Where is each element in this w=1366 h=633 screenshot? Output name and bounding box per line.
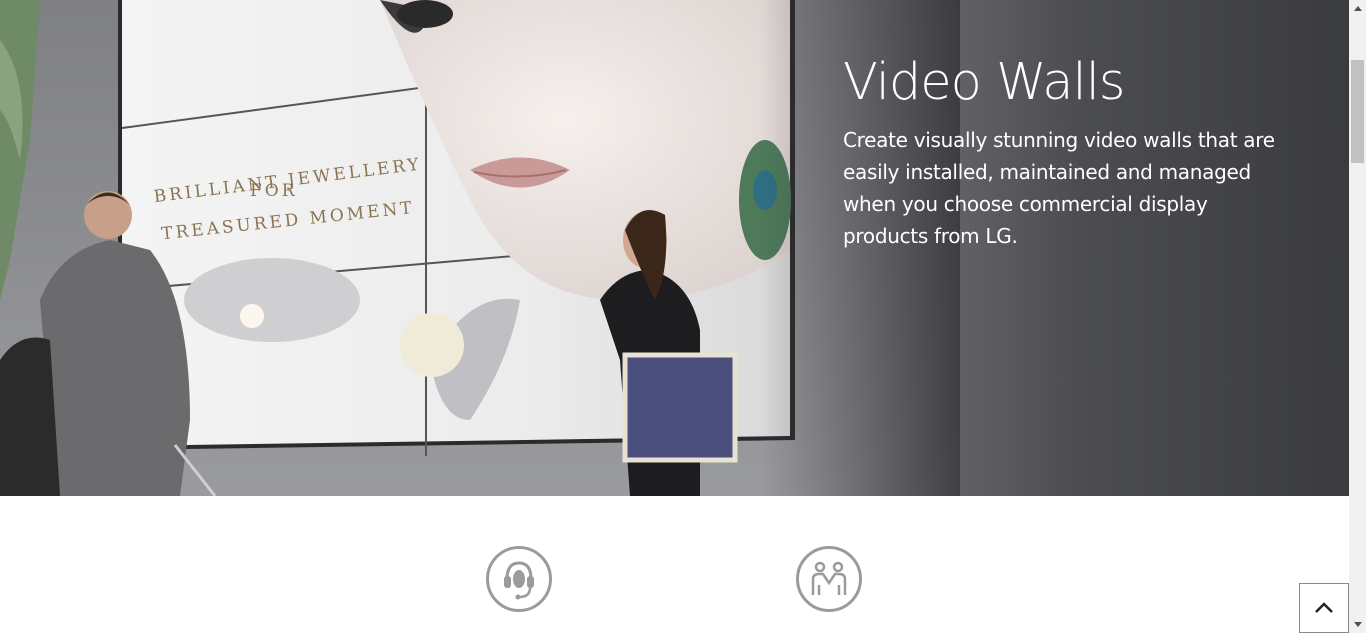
scrollbar-thumb[interactable] bbox=[1351, 60, 1364, 163]
hero-text-block: Video Walls Create visually stunning vid… bbox=[843, 52, 1288, 252]
scroll-down-arrow-icon[interactable] bbox=[1349, 616, 1366, 633]
back-to-top-button[interactable] bbox=[1299, 583, 1349, 633]
hero-banner: BRILLIANT JEWELLERY FOR TREASURED MOMENT… bbox=[0, 0, 1349, 496]
vertical-scrollbar[interactable] bbox=[1349, 0, 1366, 633]
hero-title: Video Walls bbox=[843, 53, 1125, 112]
hero-description: Create visually stunning video walls tha… bbox=[843, 128, 1275, 248]
scroll-up-arrow-icon[interactable] bbox=[1349, 0, 1366, 17]
handshake-people-icon[interactable] bbox=[796, 546, 862, 612]
chevron-up-icon bbox=[1315, 602, 1333, 613]
headset-icon[interactable] bbox=[486, 546, 552, 612]
page-viewport: BRILLIANT JEWELLERY FOR TREASURED MOMENT… bbox=[0, 0, 1349, 633]
wall-text-2: FOR bbox=[250, 181, 298, 201]
